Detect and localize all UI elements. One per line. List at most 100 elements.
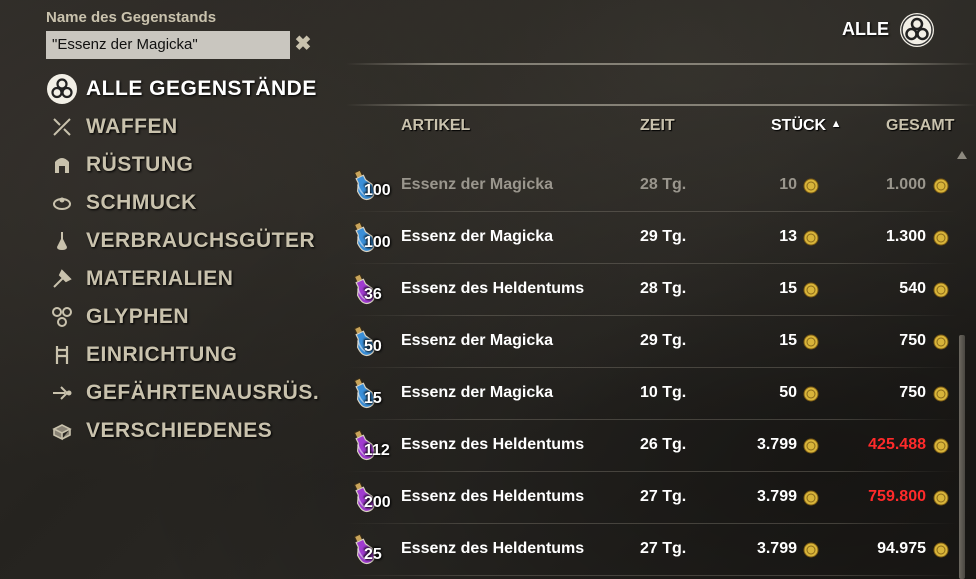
column-header-unit-label: STÜCK [771, 117, 827, 134]
gold-coin-icon [933, 282, 949, 298]
item-name: Essenz des Heldentums [401, 488, 585, 505]
unit-price: 3.799 [756, 436, 797, 453]
item-name-search-input[interactable]: "Essenz der Magicka" [46, 31, 290, 59]
gold-coin-icon [803, 542, 819, 558]
column-header-time[interactable]: ZEIT [640, 117, 675, 135]
close-icon[interactable]: ✖ [293, 32, 313, 56]
scrollbar-thumb[interactable] [959, 335, 965, 579]
companion-gear-icon [46, 377, 78, 409]
category-item-jewelry[interactable]: SCHMUCK [46, 186, 197, 220]
unit-price: 3.799 [756, 540, 797, 557]
gold-coin-icon [803, 178, 819, 194]
time-remaining: 29 Tg. [640, 332, 687, 349]
listings-table: 100 Essenz der Magicka 28 Tg. 10 1.000 100 Ess… [346, 160, 958, 579]
gold-coin-icon [933, 490, 949, 506]
stack-quantity: 200 [364, 494, 391, 511]
item-name: Essenz der Magicka [401, 228, 554, 245]
total-price: 750 [899, 332, 926, 349]
category-label: MATERIALIEN [86, 267, 234, 290]
time-remaining: 28 Tg. [640, 176, 687, 193]
total-price: 759.800 [868, 488, 926, 505]
jewelry-icon [46, 187, 78, 219]
gold-coin-icon [933, 334, 949, 350]
listing-row[interactable]: 100 Essenz der Magicka 28 Tg. 10 1.000 [346, 160, 958, 212]
glyphs-icon [46, 301, 78, 333]
listing-row[interactable]: 15 Essenz der Magicka 10 Tg. 50 750 [346, 368, 958, 420]
misc-icon [46, 415, 78, 447]
sort-ascending-icon: ▲ [830, 118, 842, 130]
search-label: Name des Gegenstands [46, 9, 217, 26]
category-label: VERSCHIEDENES [86, 419, 273, 442]
gold-coin-icon [803, 386, 819, 402]
category-label: GLYPHEN [86, 305, 190, 328]
row-divider [346, 575, 958, 576]
listing-row[interactable]: 50 Essenz der Magicka 29 Tg. 15 750 [346, 316, 958, 368]
furnishing-icon [46, 339, 78, 371]
category-item-materials[interactable]: MATERIALIEN [46, 262, 233, 296]
item-name: Essenz der Magicka [401, 384, 554, 401]
total-price: 1.300 [885, 228, 926, 245]
category-item-misc[interactable]: VERSCHIEDENES [46, 414, 272, 448]
all-filter-icon[interactable] [898, 10, 936, 50]
category-label: VERBRAUCHSGÜTER [86, 229, 316, 252]
category-label: SCHMUCK [86, 191, 197, 214]
unit-price: 50 [779, 384, 797, 401]
total-price: 750 [899, 384, 926, 401]
time-remaining: 28 Tg. [640, 280, 687, 297]
category-label: EINRICHTUNG [86, 343, 238, 366]
category-item-companion-gear[interactable]: GEFÄHRTENAUSRÜS. [46, 376, 319, 410]
time-remaining: 27 Tg. [640, 540, 687, 557]
category-label: ALLE GEGENSTÄNDE [86, 77, 317, 100]
item-name: Essenz des Heldentums [401, 436, 585, 453]
listing-row[interactable]: 112 Essenz des Heldentums 26 Tg. 3.799 425.4… [346, 420, 958, 472]
header-divider [346, 104, 976, 106]
unit-price: 3.799 [756, 488, 797, 505]
stack-quantity: 100 [364, 182, 391, 199]
item-name: Essenz des Heldentums [401, 280, 585, 297]
total-price: 425.488 [868, 436, 926, 453]
item-name: Essenz der Magicka [401, 176, 554, 193]
listing-row[interactable]: 25 Essenz des Heldentums 27 Tg. 3.799 94.975 [346, 524, 958, 576]
top-divider [346, 63, 976, 65]
total-price: 1.000 [885, 176, 926, 193]
category-item-furnishing[interactable]: EINRICHTUNG [46, 338, 237, 372]
time-remaining: 29 Tg. [640, 228, 687, 245]
gold-coin-icon [933, 542, 949, 558]
armor-icon [46, 149, 78, 181]
gold-coin-icon [803, 334, 819, 350]
gold-coin-icon [933, 230, 949, 246]
category-item-glyphs[interactable]: GLYPHEN [46, 300, 189, 334]
gold-coin-icon [933, 178, 949, 194]
listing-row[interactable]: 36 Essenz des Heldentums 28 Tg. 15 540 [346, 264, 958, 316]
gold-coin-icon [933, 386, 949, 402]
materials-icon [46, 263, 78, 295]
unit-price: 13 [779, 228, 797, 245]
gold-coin-icon [803, 282, 819, 298]
category-item-armor[interactable]: RÜSTUNG [46, 148, 193, 182]
all-items-icon [46, 73, 78, 105]
filter-label[interactable]: ALLE [842, 19, 889, 40]
time-remaining: 10 Tg. [640, 384, 687, 401]
gold-coin-icon [803, 438, 819, 454]
time-remaining: 27 Tg. [640, 488, 687, 505]
item-name: Essenz des Heldentums [401, 540, 585, 557]
total-price: 540 [899, 280, 926, 297]
category-item-weapons[interactable]: WAFFEN [46, 110, 178, 144]
scroll-up-arrow-icon[interactable] [957, 151, 967, 159]
unit-price: 15 [779, 332, 797, 349]
stack-quantity: 50 [364, 338, 382, 355]
category-item-all-items[interactable]: ALLE GEGENSTÄNDE [46, 72, 317, 106]
column-header-total[interactable]: GESAMT [886, 117, 954, 135]
stack-quantity: 112 [364, 442, 390, 459]
stack-quantity: 25 [364, 546, 382, 563]
listing-row[interactable]: 100 Essenz der Magicka 29 Tg. 13 1.300 [346, 212, 958, 264]
gold-coin-icon [803, 490, 819, 506]
column-header-item[interactable]: ARTIKEL [401, 117, 470, 135]
stack-quantity: 100 [364, 234, 391, 251]
listing-row[interactable]: 200 Essenz des Heldentums 27 Tg. 3.799 759.8… [346, 472, 958, 524]
column-header-unit-price[interactable]: STÜCK ▲ [771, 117, 841, 135]
unit-price: 15 [779, 280, 797, 297]
category-panel: Name des Gegenstands "Essenz der Magicka… [0, 0, 340, 579]
category-item-consumables[interactable]: VERBRAUCHSGÜTER [46, 224, 315, 258]
weapons-icon [46, 111, 78, 143]
